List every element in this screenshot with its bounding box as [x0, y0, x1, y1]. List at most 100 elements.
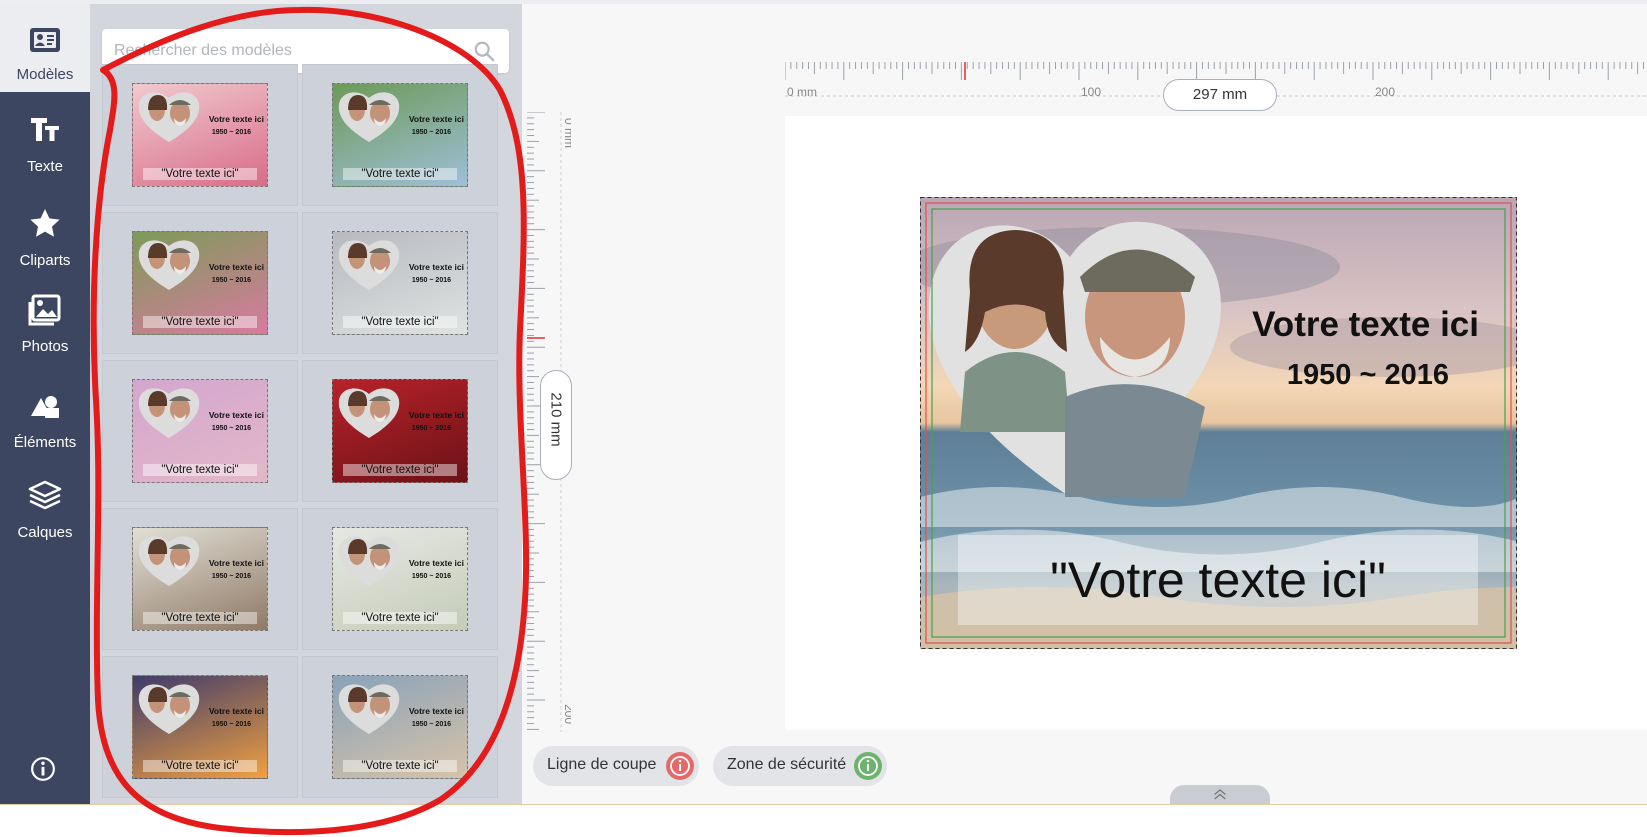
design-dates-text[interactable]: 1950 ~ 2016 — [1287, 359, 1449, 392]
template-thumbnail: Votre texte ici 1950 ~ 2016 "Votre texte i… — [132, 83, 268, 187]
template-quote-text: "Votre texte ici" — [343, 612, 457, 624]
template-heart-portrait — [138, 240, 200, 290]
sidebar-item-texte[interactable]: Texte — [0, 102, 90, 190]
design-name-text[interactable]: Votre texte ici — [1252, 305, 1479, 345]
template-dates-text: 1950 ~ 2016 — [211, 129, 251, 136]
template-thumbnail: Votre texte ici 1950 ~ 2016 "Votre texte i… — [132, 379, 268, 483]
sidebar-item-label: Éléments — [13, 434, 77, 451]
safety-zone-toggle[interactable]: Zone de sécurité — [713, 746, 887, 786]
template-quote-text: "Votre texte ici" — [343, 760, 457, 772]
template-quote-text: "Votre texte ici" — [143, 612, 257, 624]
template-dates-text: 1950 ~ 2016 — [411, 425, 451, 432]
sidebar-item-label: Modèles — [16, 66, 74, 83]
template-quote-text: "Votre texte ici" — [143, 168, 257, 180]
sidebar-item-photos[interactable]: Photos — [0, 282, 90, 370]
width-label: 297 mm — [1163, 79, 1277, 111]
template-dates-text: 1950 ~ 2016 — [411, 277, 451, 284]
template-name-text: Votre texte ici — [408, 114, 464, 124]
template-dates-text: 1950 ~ 2016 — [211, 573, 251, 580]
template-quote-text: "Votre texte ici" — [143, 316, 257, 328]
template-card[interactable]: Votre texte ici 1950 ~ 2016 "Votre texte i… — [302, 508, 498, 650]
template-heart-portrait — [338, 92, 400, 142]
template-name-text: Votre texte ici — [408, 262, 464, 272]
template-card[interactable]: Votre texte ici 1950 ~ 2016 "Votre texte i… — [302, 656, 498, 798]
image-icon — [28, 294, 61, 326]
template-heart-portrait — [138, 684, 200, 734]
template-name-text: Votre texte ici — [408, 706, 464, 716]
template-dates-text: 1950 ~ 2016 — [211, 721, 251, 728]
template-quote-text: "Votre texte ici" — [343, 168, 457, 180]
info-icon — [666, 752, 694, 780]
template-thumbnail: Votre texte ici 1950 ~ 2016 "Votre texte i… — [332, 379, 468, 483]
template-thumbnail: Votre texte ici 1950 ~ 2016 "Votre texte i… — [132, 675, 268, 779]
cut-line-label: Ligne de coupe — [547, 756, 657, 773]
template-thumbnail: Votre texte ici 1950 ~ 2016 "Votre texte i… — [332, 83, 468, 187]
ruler-label-100: 100 — [1081, 85, 1101, 99]
template-heart-portrait — [338, 684, 400, 734]
info-icon[interactable] — [30, 756, 56, 782]
sidebar-item-label: Calques — [17, 524, 73, 541]
sidebar-item-label: Photos — [21, 338, 69, 355]
template-card[interactable]: Votre texte ici 1950 ~ 2016 "Votre texte i… — [302, 64, 498, 206]
template-dates-text: 1950 ~ 2016 — [411, 721, 451, 728]
ruler-label-0: 0 mm — [787, 85, 817, 99]
cut-line-toggle[interactable]: Ligne de coupe — [533, 746, 699, 786]
template-name-text: Votre texte ici — [208, 558, 264, 568]
template-card[interactable]: Votre texte ici 1950 ~ 2016 "Votre texte i… — [302, 212, 498, 354]
template-card[interactable]: Votre texte ici 1950 ~ 2016 "Votre texte i… — [102, 64, 298, 206]
template-thumbnail: Votre texte ici 1950 ~ 2016 "Votre texte i… — [332, 527, 468, 631]
template-name-text: Votre texte ici — [408, 558, 464, 568]
template-quote-text: "Votre texte ici" — [143, 760, 257, 772]
sidebar-item-elements[interactable]: Éléments — [0, 376, 90, 464]
template-dates-text: 1950 ~ 2016 — [411, 573, 451, 580]
template-name-text: Votre texte ici — [408, 410, 464, 420]
template-quote-text: "Votre texte ici" — [343, 316, 457, 328]
template-name-text: Votre texte ici — [208, 410, 264, 420]
template-heart-portrait — [338, 240, 400, 290]
template-thumbnail: Votre texte ici 1950 ~ 2016 "Votre texte i… — [332, 231, 468, 335]
star-icon — [30, 209, 60, 237]
template-card[interactable]: Votre texte ici 1950 ~ 2016 "Votre texte i… — [302, 360, 498, 502]
sidebar-item-calques[interactable]: Calques — [0, 470, 90, 558]
info-icon — [854, 752, 882, 780]
ruler-label-0: 0 mm — [562, 118, 571, 148]
memorial-design[interactable]: Votre texte ici 1950 ~ 2016 "Votre texte… — [920, 197, 1517, 649]
template-heart-portrait — [138, 536, 200, 586]
sidebar: Modèles Texte Cliparts Photos Éléments C… — [0, 4, 90, 804]
template-name-text: Votre texte ici — [208, 114, 264, 124]
text-icon — [31, 118, 59, 141]
template-thumbnail: Votre texte ici 1950 ~ 2016 "Votre texte i… — [132, 231, 268, 335]
template-name-text: Votre texte ici — [208, 262, 264, 272]
layers-icon — [28, 480, 62, 510]
design-quote-text[interactable]: "Votre texte ici" — [958, 551, 1478, 609]
template-card[interactable]: Votre texte ici 1950 ~ 2016 "Votre texte i… — [102, 656, 298, 798]
ruler-label-200: 200 — [1375, 85, 1395, 99]
sidebar-item-cliparts[interactable]: Cliparts — [0, 196, 90, 284]
sidebar-item-label: Texte — [27, 158, 63, 175]
height-label: 210 mm — [540, 370, 572, 480]
ruler-label-200: 200 — [562, 704, 571, 724]
template-heart-portrait — [338, 536, 400, 586]
height-label-text: 210 mm — [547, 392, 565, 447]
template-quote-text: "Votre texte ici" — [343, 464, 457, 476]
template-card[interactable]: Votre texte ici 1950 ~ 2016 "Votre texte i… — [102, 508, 298, 650]
template-dates-text: 1950 ~ 2016 — [411, 129, 451, 136]
template-card[interactable]: Votre texte ici 1950 ~ 2016 "Votre texte i… — [102, 360, 298, 502]
template-heart-portrait — [138, 388, 200, 438]
template-dates-text: 1950 ~ 2016 — [211, 277, 251, 284]
template-thumbnail: Votre texte ici 1950 ~ 2016 "Votre texte i… — [132, 527, 268, 631]
template-card[interactable]: Votre texte ici 1950 ~ 2016 "Votre texte i… — [102, 212, 298, 354]
template-thumbnail: Votre texte ici 1950 ~ 2016 "Votre texte i… — [332, 675, 468, 779]
search-icon[interactable] — [473, 40, 495, 62]
safety-zone-label: Zone de sécurité — [727, 756, 847, 773]
template-dates-text: 1950 ~ 2016 — [211, 425, 251, 432]
template-heart-portrait — [138, 92, 200, 142]
id-card-icon — [30, 28, 60, 52]
bottom-bar — [0, 804, 1647, 837]
collapse-panel-button[interactable] — [1170, 785, 1270, 805]
sidebar-item-modeles[interactable]: Modèles — [0, 4, 90, 92]
template-name-text: Votre texte ici — [208, 706, 264, 716]
shapes-icon — [31, 396, 59, 418]
chevron-up-icon — [1214, 789, 1226, 800]
template-quote-text: "Votre texte ici" — [143, 464, 257, 476]
